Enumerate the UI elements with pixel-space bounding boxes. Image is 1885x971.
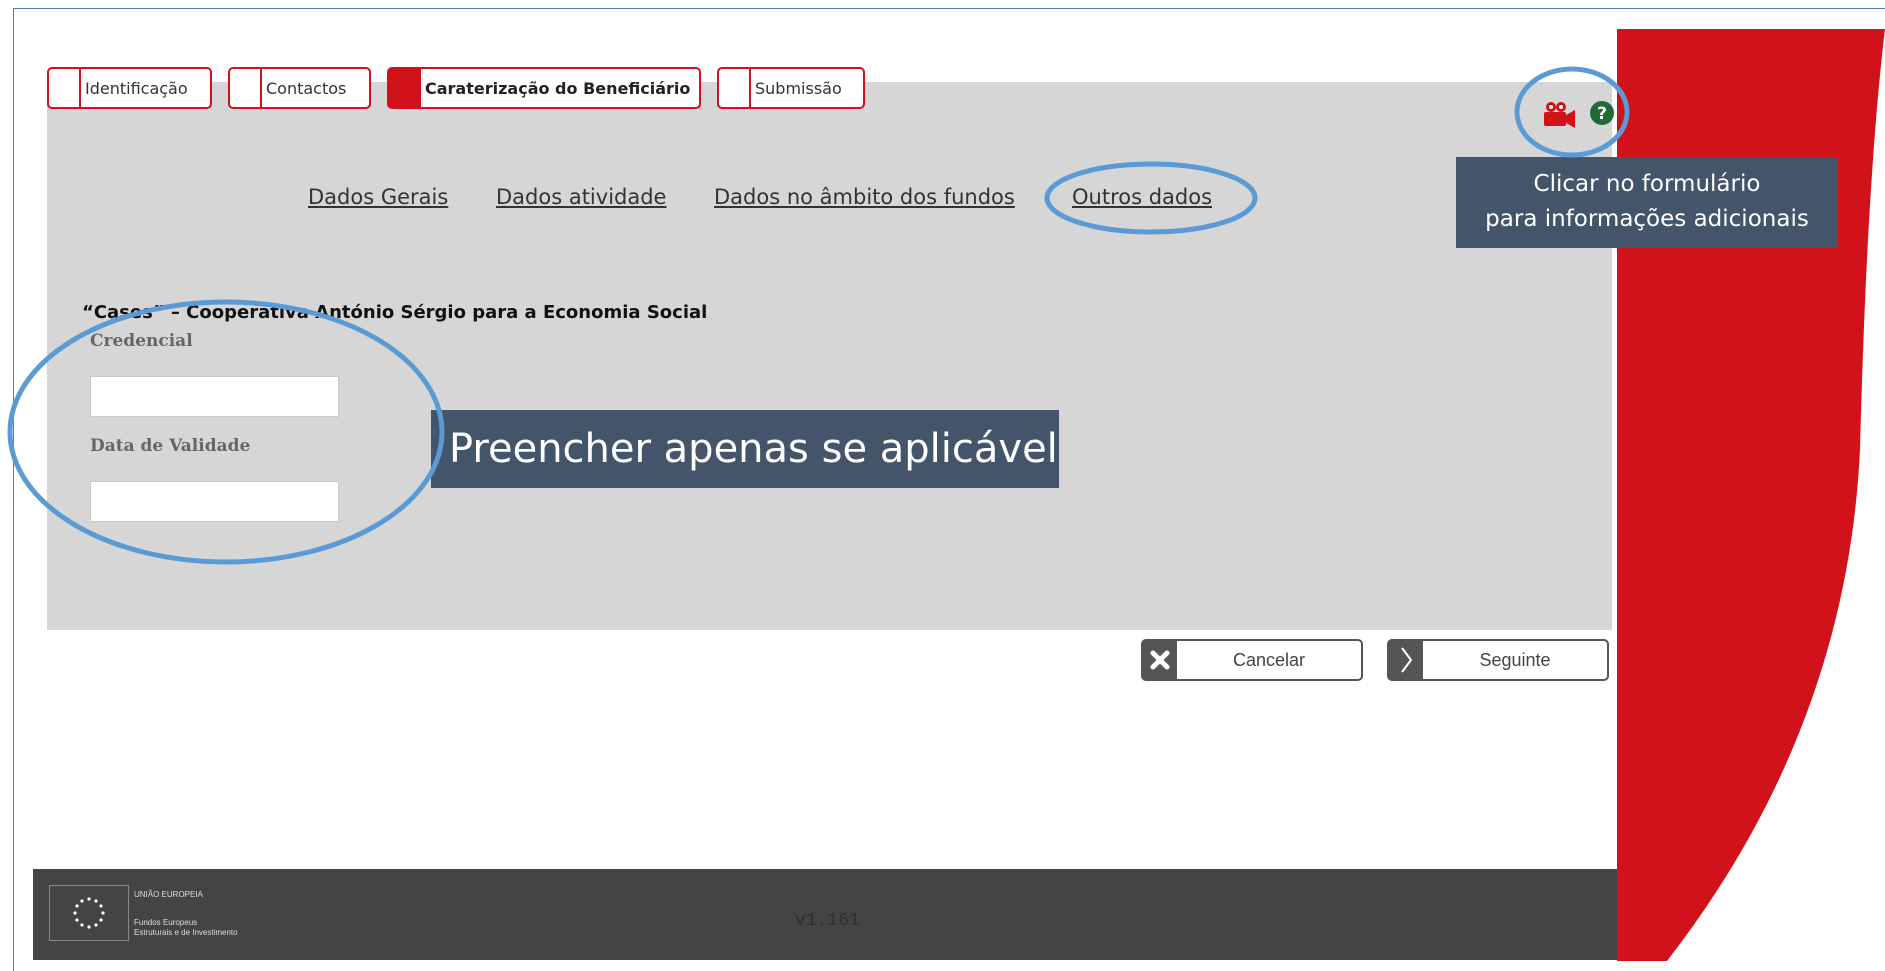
info-callout-line1: Clicar no formulário xyxy=(1533,171,1761,197)
form-content-area xyxy=(47,82,1612,630)
help-icon[interactable]: ? xyxy=(1589,100,1615,126)
info-callout-line2: para informações adicionais xyxy=(1485,206,1809,232)
next-button[interactable]: Seguinte xyxy=(1387,639,1609,681)
close-icon xyxy=(1143,641,1177,679)
tab-label: Submissão xyxy=(755,78,842,98)
eu-label: UNIÃO EUROPEIA xyxy=(134,890,203,899)
organization-name: “Cases” – Cooperativa António Sérgio par… xyxy=(82,302,708,323)
validity-date-input[interactable] xyxy=(90,481,339,522)
subnav-outros-dados[interactable]: Outros dados xyxy=(1072,185,1212,209)
svg-text:?: ? xyxy=(1597,104,1607,124)
validity-date-label: Data de Validade xyxy=(90,436,251,456)
footer: UNIÃO EUROPEIA Fundos Europeus Estrutura… xyxy=(33,869,1617,960)
credential-label: Credencial xyxy=(90,331,193,351)
tab-submissao[interactable]: Submissão xyxy=(717,67,865,109)
subnav-dados-atividade[interactable]: Dados atividade xyxy=(496,185,666,209)
next-button-label: Seguinte xyxy=(1479,649,1551,670)
funds-label-line1: Fundos Europeus xyxy=(134,918,198,927)
tab-identificacao[interactable]: Identificação xyxy=(47,67,212,109)
version-label: v1.161 xyxy=(795,911,860,931)
tab-label: Identificação xyxy=(85,78,188,98)
credential-input[interactable] xyxy=(90,376,339,417)
tab-marker xyxy=(389,69,421,107)
tab-marker xyxy=(719,69,751,107)
hint-callout: Preencher apenas se aplicável xyxy=(431,410,1059,488)
tab-label: Caraterização do Beneficiário xyxy=(425,78,691,98)
tab-marker xyxy=(49,69,81,107)
tab-contactos[interactable]: Contactos xyxy=(228,67,371,109)
eu-flag-icon xyxy=(49,885,129,941)
tab-marker xyxy=(230,69,262,107)
tab-caraterizacao-beneficiario[interactable]: Caraterização do Beneficiário xyxy=(387,67,701,109)
subnav-dados-gerais[interactable]: Dados Gerais xyxy=(308,185,448,209)
tab-label: Contactos xyxy=(266,78,347,98)
funds-label-line2: Estruturais e de Investimento xyxy=(134,928,238,937)
video-camera-icon[interactable] xyxy=(1542,100,1576,130)
cancel-button[interactable]: Cancelar xyxy=(1141,639,1363,681)
cancel-button-label: Cancelar xyxy=(1232,649,1306,670)
subnav-dados-ambito-fundos[interactable]: Dados no âmbito dos fundos xyxy=(714,185,1015,209)
chevron-right-icon xyxy=(1389,641,1423,679)
info-callout: Clicar no formulário para informações ad… xyxy=(1456,157,1838,248)
